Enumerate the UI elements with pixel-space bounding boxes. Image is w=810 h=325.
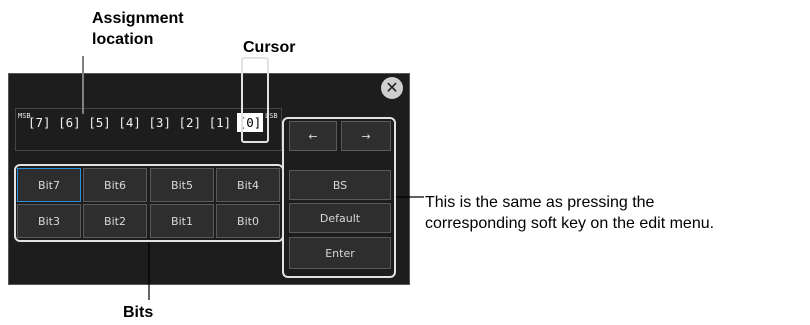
annotation-leader-lines xyxy=(82,56,424,300)
